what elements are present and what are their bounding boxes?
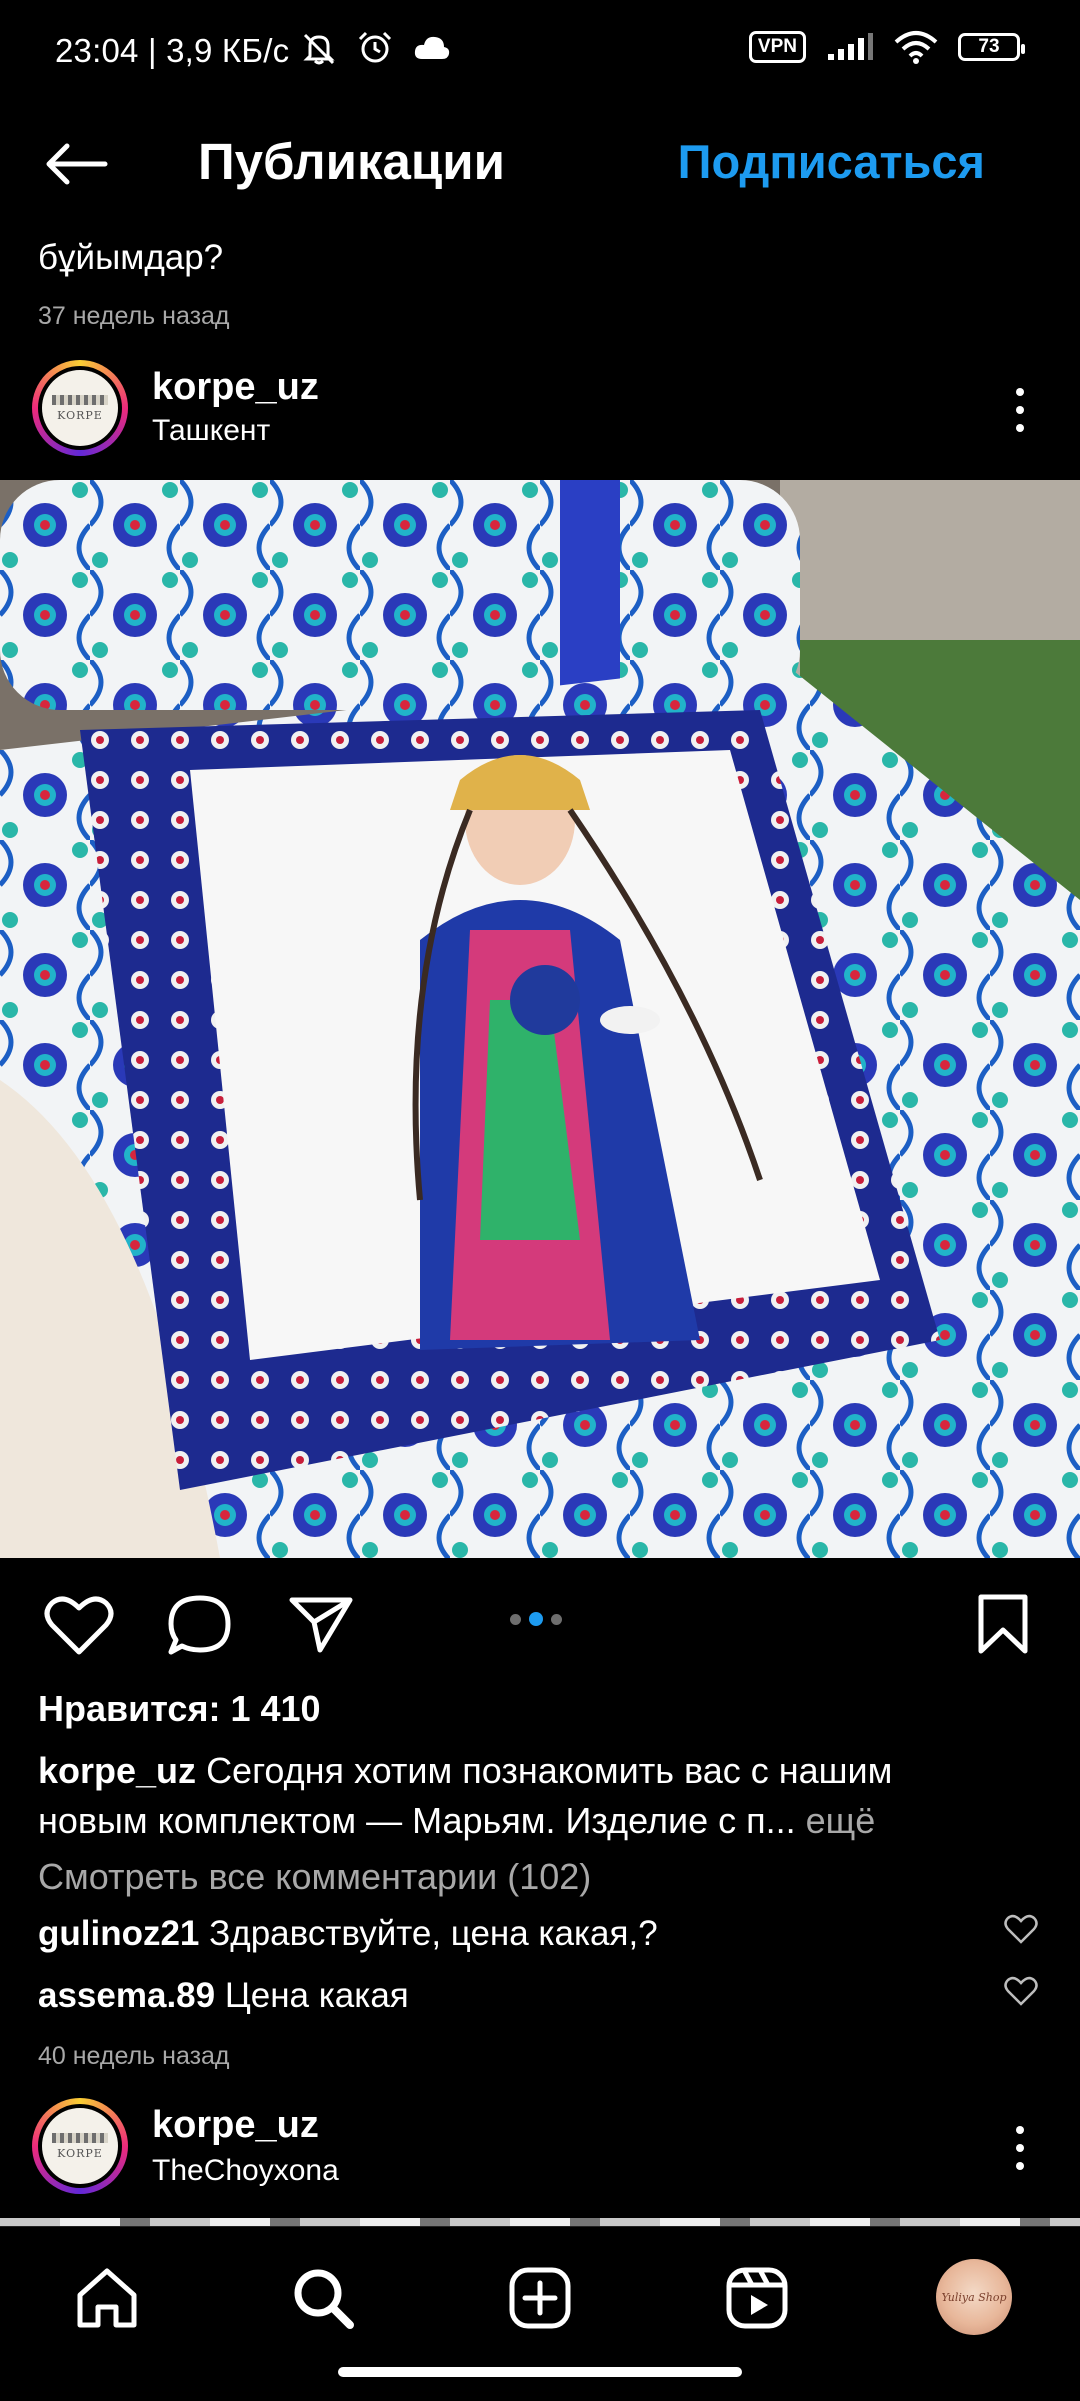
caption-text-line1: Сегодня хотим познакомить вас с нашим bbox=[206, 1750, 893, 1791]
previous-post-caption: бұйымдар? bbox=[38, 238, 224, 277]
status-icons-left bbox=[300, 30, 452, 66]
next-post-location[interactable]: TheChoyxona bbox=[152, 2154, 339, 2188]
view-all-comments-link[interactable]: Смотреть все комментарии (102) bbox=[38, 1856, 591, 1898]
comment-bubble-icon[interactable] bbox=[166, 1592, 234, 1658]
status-bar: 23:04 | 3,9 КБ/с VPN 73 bbox=[0, 0, 1080, 105]
comment-row: assema.89 Цена какая bbox=[38, 1976, 409, 2016]
post-location[interactable]: Ташкент bbox=[152, 414, 270, 448]
avatar-pattern bbox=[52, 394, 108, 405]
search-icon[interactable] bbox=[288, 2263, 358, 2333]
signal-icon bbox=[828, 33, 873, 60]
battery-indicator: 73 bbox=[958, 33, 1025, 61]
caption-text-line2: новым комплектом — Марьям. Изделие с п..… bbox=[38, 1800, 796, 1841]
status-icons-right: VPN 73 bbox=[748, 30, 1025, 64]
caption-more-link[interactable]: ещё bbox=[806, 1800, 876, 1841]
wifi-icon bbox=[894, 31, 938, 64]
carousel-dot-active bbox=[529, 1612, 543, 1626]
pillow-photo-illustration bbox=[0, 480, 1080, 1558]
page-title: Публикации bbox=[198, 133, 505, 190]
back-arrow-icon[interactable] bbox=[45, 142, 109, 186]
post-username[interactable]: korpe_uz bbox=[152, 366, 319, 409]
reels-icon[interactable] bbox=[722, 2263, 792, 2333]
home-icon[interactable] bbox=[72, 2263, 142, 2333]
follow-button[interactable]: Подписаться bbox=[678, 134, 985, 189]
carousel-dot bbox=[551, 1613, 562, 1625]
next-post-avatar[interactable]: KORPE bbox=[32, 2098, 128, 2194]
bookmark-icon[interactable] bbox=[976, 1592, 1030, 1656]
profile-avatar-icon[interactable]: Yuliya Shop bbox=[936, 2259, 1012, 2335]
avatar-logo-text: KORPE bbox=[57, 2146, 103, 2160]
post-options-icon[interactable] bbox=[1014, 388, 1026, 432]
comment-text: Здравствуйте, цена какая,? bbox=[209, 1914, 658, 1953]
likes-count[interactable]: Нравится: 1 410 bbox=[38, 1688, 321, 1730]
comment-like-icon[interactable] bbox=[1004, 1914, 1038, 1944]
avatar-logo-text: KORPE bbox=[57, 408, 103, 422]
like-heart-icon[interactable] bbox=[44, 1594, 114, 1656]
post-actions bbox=[0, 1582, 1080, 1666]
comment-text: Цена какая bbox=[224, 1976, 409, 2015]
caption-username[interactable]: korpe_uz bbox=[38, 1750, 196, 1791]
create-post-icon[interactable] bbox=[505, 2263, 575, 2333]
comment-row: gulinoz21 Здравствуйте, цена какая,? bbox=[38, 1914, 658, 1954]
post-time: 40 недель назад bbox=[38, 2042, 230, 2070]
post-photo[interactable] bbox=[0, 480, 1080, 1558]
post-avatar[interactable]: KORPE bbox=[32, 360, 128, 456]
gesture-home-bar[interactable] bbox=[338, 2367, 742, 2377]
muted-bell-icon bbox=[303, 33, 335, 65]
next-post-photo-edge bbox=[0, 2218, 1080, 2226]
bottom-navigation: Yuliya Shop bbox=[0, 2226, 1080, 2401]
carousel-dots bbox=[510, 1612, 562, 1626]
comment-username[interactable]: assema.89 bbox=[38, 1976, 215, 2015]
alarm-icon bbox=[358, 31, 392, 63]
next-post-username[interactable]: korpe_uz bbox=[152, 2104, 319, 2147]
avatar-pattern bbox=[52, 2132, 108, 2143]
top-header: Публикации Подписаться bbox=[0, 120, 1080, 210]
profile-avatar-text: Yuliya Shop bbox=[941, 2290, 1007, 2304]
next-post-options-icon[interactable] bbox=[1014, 2126, 1026, 2170]
vpn-badge: VPN bbox=[748, 31, 806, 63]
comment-username[interactable]: gulinoz21 bbox=[38, 1914, 199, 1953]
share-send-icon[interactable] bbox=[288, 1594, 354, 1654]
cloud-icon bbox=[414, 36, 450, 59]
status-time-speed: 23:04 | 3,9 КБ/с bbox=[55, 32, 290, 69]
carousel-dot bbox=[510, 1613, 521, 1625]
comment-like-icon[interactable] bbox=[1004, 1976, 1038, 2006]
post-caption[interactable]: korpe_uz Сегодня хотим познакомить вас с… bbox=[38, 1746, 1038, 1846]
previous-post-time: 37 недель назад bbox=[38, 302, 230, 330]
